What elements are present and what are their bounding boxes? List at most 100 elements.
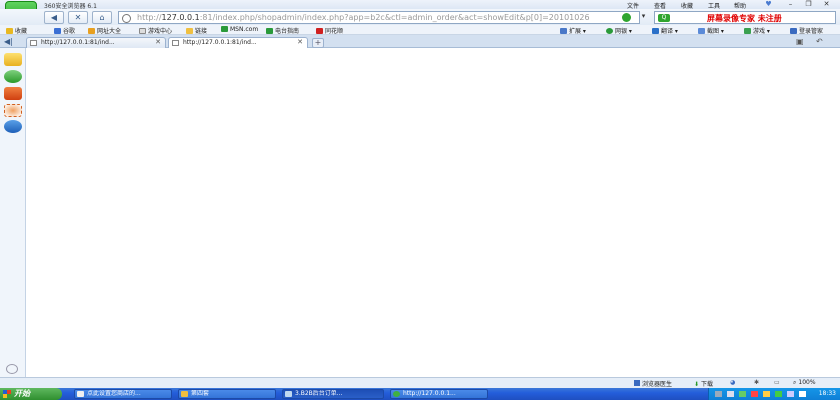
undo-close-icon[interactable]: ↶ [816, 37, 823, 46]
tray-icon[interactable] [775, 391, 782, 397]
new-tab-button[interactable]: + [312, 38, 324, 48]
page-security-icon [122, 14, 131, 23]
download-icon: ⬇ [694, 381, 700, 388]
login-icon [790, 28, 797, 34]
fav-google[interactable]: 谷歌 [54, 26, 75, 35]
google-icon [54, 28, 61, 34]
address-input[interactable]: http://127.0.0.1:81/index.php/shopadmin/… [118, 11, 640, 24]
volume-icon[interactable] [799, 391, 806, 397]
radio-icon [266, 28, 273, 34]
task-item[interactable]: http://127.0.0.1... [390, 389, 488, 399]
browser-icon [393, 391, 400, 397]
tray-icon[interactable] [787, 391, 794, 397]
sidebar-toggle-icon[interactable]: ◀| [4, 37, 20, 47]
address-dropdown-icon[interactable]: ▾ [637, 12, 650, 23]
doctor-icon [634, 380, 640, 386]
tray-icon[interactable] [763, 391, 770, 397]
back-button[interactable]: ◀ [44, 11, 64, 24]
toolbar-extension[interactable]: 扩展 ▾ [560, 26, 586, 35]
system-tray: 18:33 [708, 388, 840, 400]
search-input[interactable]: Q 屏幕录像专家 未注册 [654, 11, 836, 24]
go-icon[interactable] [622, 13, 631, 22]
favorites-bar: 收藏 谷歌 网址大全 游戏中心 链接 MSN.com 电台指南 同花顺 扩展 ▾… [0, 25, 840, 35]
speed-icon[interactable]: ◕ [730, 379, 735, 386]
fav-msn[interactable]: MSN.com [221, 26, 258, 33]
maximize-button[interactable]: ❐ [800, 0, 817, 8]
tray-icon[interactable] [727, 391, 734, 397]
task-item[interactable]: 3.B2B后台订单... [282, 389, 384, 399]
search-engine-icon[interactable]: Q [658, 14, 670, 22]
toolbar-translate[interactable]: 翻译 ▾ [652, 26, 678, 35]
minimize-button[interactable]: – [782, 0, 799, 8]
page-content [26, 48, 840, 377]
task-item[interactable]: 第四套 [178, 389, 276, 399]
folder-icon [181, 391, 188, 397]
toolbar-login[interactable]: 登录管家 [790, 26, 823, 35]
history-clock-icon[interactable] [4, 70, 22, 83]
recorder-watermark: 屏幕录像专家 未注册 [707, 13, 782, 23]
fav-links[interactable]: 链接 [186, 26, 207, 35]
game-icon [139, 28, 146, 34]
tab-bar: ◀| http://127.0.0.1:81/ind... ✕ http://1… [0, 35, 840, 48]
nav-icon [88, 28, 95, 34]
zoom-control[interactable]: ⌕ 100% [793, 379, 816, 387]
sidebar [0, 48, 26, 377]
start-label: 开始 [14, 389, 30, 398]
url-prefix: http:// [137, 13, 162, 22]
close-window-button[interactable]: ✕ [818, 0, 835, 8]
bank-icon [606, 28, 613, 34]
sidebar-settings-icon[interactable] [6, 364, 18, 374]
zoom-icon: ⌕ [793, 379, 797, 386]
eye-icon[interactable] [4, 104, 22, 117]
stock-icon [316, 28, 323, 34]
fav-radio[interactable]: 电台指南 [266, 26, 299, 35]
start-button[interactable]: 开始 [0, 388, 62, 400]
tray-icon[interactable] [751, 391, 758, 397]
url-host: 127.0.0.1 [161, 13, 200, 22]
fav-nav[interactable]: 网址大全 [88, 26, 121, 35]
tab-2[interactable]: http://127.0.0.1:81/ind... ✕ [168, 37, 308, 48]
skin-icon[interactable]: ♥ [760, 0, 777, 8]
toolbar-games[interactable]: 游戏 ▾ [744, 26, 770, 35]
msn-icon [221, 26, 228, 32]
ie-icon [77, 391, 84, 397]
windows-taskbar: 开始 点此设置您商店的... 第四套 3.B2B后台订单... http://1… [0, 388, 840, 400]
extension-icon [560, 28, 567, 34]
clock[interactable]: 18:33 [819, 390, 836, 397]
tray-icon[interactable] [739, 391, 746, 397]
download-manager[interactable]: ⬇ 下载 [694, 379, 713, 388]
fav-games[interactable]: 游戏中心 [139, 26, 172, 35]
toolbar-bank[interactable]: 网银 ▾ [606, 26, 632, 35]
star-icon [6, 28, 13, 34]
url-path: :81/index.php/shopadmin/index.php?app=b2… [199, 13, 590, 22]
game-icon [744, 28, 751, 34]
translate-icon [652, 28, 659, 34]
tab-label: http://127.0.0.1:81/ind... [183, 39, 257, 46]
favorites-star-icon[interactable] [4, 53, 22, 66]
toolbar-screenshot[interactable]: 截图 ▾ [698, 26, 724, 35]
task-item[interactable]: 点此设置您商店的... [74, 389, 172, 399]
browser-doctor[interactable]: 浏览器医生 [634, 379, 672, 388]
windows-logo-icon [3, 390, 11, 398]
weibo-icon[interactable] [4, 87, 22, 100]
app-icon[interactable] [4, 120, 22, 133]
recorder-icon [285, 391, 292, 397]
tab-1[interactable]: http://127.0.0.1:81/ind... ✕ [26, 37, 166, 48]
navigation-toolbar: ◀ ✕ ⌂ http://127.0.0.1:81/index.php/shop… [0, 9, 840, 25]
mute-icon[interactable]: ✱ [754, 379, 759, 386]
fullscreen-icon[interactable]: ▭ [774, 379, 780, 386]
status-bar: 浏览器医生 ⬇ 下载 ◕ ✱ ▭ ⌕ 100% [0, 377, 840, 388]
restore-tabs-icon[interactable]: ▣ [796, 37, 804, 46]
stop-button[interactable]: ✕ [68, 11, 88, 24]
close-tab-icon[interactable]: ✕ [297, 38, 303, 47]
home-button[interactable]: ⌂ [92, 11, 112, 24]
folder-icon [186, 28, 193, 34]
tray-icon[interactable] [715, 391, 722, 397]
tab-label: http://127.0.0.1:81/ind... [41, 39, 115, 46]
window-titlebar: 360安全浏览器 6.1 文件 查看 收藏 工具 帮助 ♥ – ❐ ✕ [0, 0, 840, 10]
fav-stock[interactable]: 同花顺 [316, 26, 343, 35]
page-icon [172, 40, 179, 46]
favorites-menu[interactable]: 收藏 [6, 26, 27, 35]
screenshot-icon [698, 28, 705, 34]
close-tab-icon[interactable]: ✕ [155, 38, 161, 47]
